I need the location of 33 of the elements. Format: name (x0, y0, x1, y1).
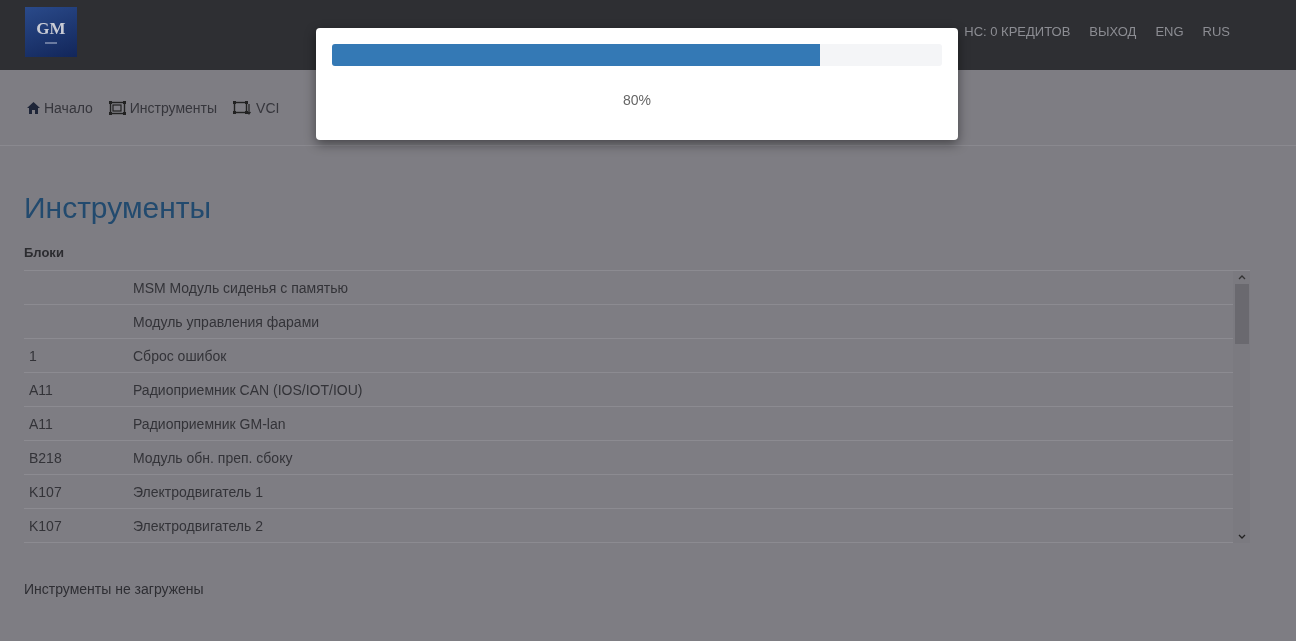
menu-link[interactable]: RUS (1202, 23, 1230, 39)
scrollbar-thumb[interactable] (1234, 284, 1249, 344)
nav-link[interactable]: VCI (233, 99, 280, 116)
window-frame-icon (108, 100, 126, 115)
network-frame-icon (233, 100, 253, 115)
table-cell-text: MSM Модуль сиденья с памятью (133, 279, 349, 296)
table-cell-text: Электродвигатель 1 (133, 483, 264, 500)
home-icon (27, 101, 40, 114)
status-text: Инструменты не загружены (24, 581, 205, 597)
logo-text: GM (36, 20, 66, 37)
progress-text: 80% (622, 92, 652, 108)
nav-link[interactable]: Инструменты (108, 99, 218, 116)
table-cell-text: Радиоприемник CAN (IOS/IOT/IOU) (133, 381, 364, 398)
table-cell-text: Радиоприемник GM-lan (133, 415, 287, 432)
section-label: Блоки (24, 245, 65, 260)
table-cell-text: Электродвигатель 2 (133, 517, 264, 534)
nav-link[interactable]: Начало (27, 99, 93, 116)
menu-link[interactable]: НС: 0 КРЕДИТОВ (964, 23, 1071, 39)
table-cell-text: A11 (28, 415, 54, 432)
scroll-up-icon[interactable] (1237, 275, 1246, 280)
table-cell-text: Сброс ошибок (133, 347, 228, 364)
table-cell-text: K107 (28, 483, 63, 500)
menu-link[interactable]: ENG (1155, 23, 1184, 39)
table-cell-text: 1 (28, 347, 38, 364)
page-title: Инструменты (24, 191, 213, 225)
menu-link[interactable]: ВЫХОД (1089, 23, 1137, 39)
logo-icon[interactable]: GM (25, 7, 77, 57)
table-cell-text: B218 (28, 449, 63, 466)
scroll-down-icon[interactable] (1237, 534, 1246, 539)
table-cell-text: Модуль управления фарами (133, 313, 321, 330)
table-cell-text: K107 (28, 517, 63, 534)
table-cell-text: A11 (28, 381, 54, 398)
table-cell-text: Модуль обн. преп. сбоку (133, 449, 294, 466)
